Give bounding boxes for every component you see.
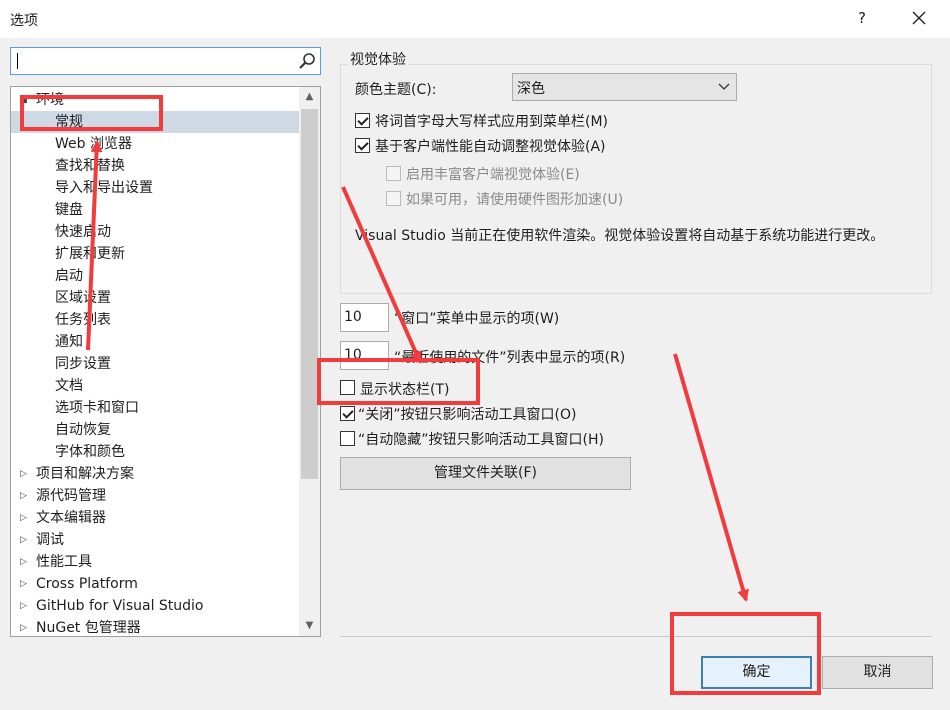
- expand-arrow-icon[interactable]: ▷: [20, 573, 30, 595]
- tree-item-label: 导入和导出设置: [55, 180, 153, 196]
- title-case-label[interactable]: 将词首字母大写样式应用到菜单栏(M): [375, 111, 608, 131]
- cancel-button[interactable]: 取消: [822, 656, 933, 689]
- tree-item-label: 调试: [36, 532, 64, 548]
- annotation-box-general: [20, 95, 163, 131]
- expand-arrow-icon[interactable]: ▷: [20, 595, 30, 617]
- text-caret: [17, 53, 18, 69]
- tree-item-label: 快速启动: [55, 224, 111, 240]
- tree-item[interactable]: ▷ 文本编辑器: [11, 507, 299, 529]
- tree-item[interactable]: ▷ 性能工具: [11, 551, 299, 573]
- tree-item-label: Web 浏览器: [55, 136, 132, 152]
- tree-item[interactable]: ▷ 调试: [11, 529, 299, 551]
- chevron-down-icon: [718, 83, 730, 90]
- tree-item-label: Cross Platform: [36, 576, 138, 592]
- tree-item[interactable]: 自动恢复: [11, 419, 299, 441]
- auto-adjust-label[interactable]: 基于客户端性能自动调整视觉体验(A): [375, 136, 606, 156]
- close-button[interactable]: [904, 4, 934, 32]
- title-bar: 选项 ?: [0, 0, 950, 38]
- close-button-active-checkbox[interactable]: [340, 406, 355, 421]
- tree-item[interactable]: Web 浏览器: [11, 133, 299, 155]
- group-title: 视觉体验: [348, 49, 408, 69]
- tree-item[interactable]: 文档: [11, 375, 299, 397]
- theme-value: 深色: [517, 81, 545, 97]
- tree-item[interactable]: 字体和颜色: [11, 441, 299, 463]
- search-icon[interactable]: [298, 52, 316, 70]
- autohide-active-label[interactable]: “自动隐藏”按钮只影响活动工具窗口(H): [358, 429, 604, 449]
- tree-item[interactable]: 通知: [11, 331, 299, 353]
- scroll-thumb[interactable]: [301, 109, 318, 479]
- tree-item-label: 自动恢复: [55, 422, 111, 438]
- tree-item-label: 同步设置: [55, 356, 111, 372]
- tree-item[interactable]: 键盘: [11, 199, 299, 221]
- tree-item-label: 字体和颜色: [55, 444, 125, 460]
- window-menu-count-input[interactable]: 10: [340, 303, 389, 332]
- help-button[interactable]: ?: [848, 4, 876, 32]
- expand-arrow-icon[interactable]: ▷: [20, 617, 30, 636]
- options-search-box[interactable]: [10, 47, 321, 75]
- tree-item[interactable]: 快速启动: [11, 221, 299, 243]
- tree-item-label: 文本编辑器: [36, 510, 106, 526]
- tree-item[interactable]: 任务列表: [11, 309, 299, 331]
- tree-item-label: 键盘: [55, 202, 83, 218]
- tree-item[interactable]: ▷ 源代码管理: [11, 485, 299, 507]
- tree-item-label: 项目和解决方案: [36, 466, 134, 482]
- expand-arrow-icon[interactable]: ▷: [20, 507, 30, 529]
- annotation-box-status-bar: [317, 358, 480, 405]
- expand-arrow-icon[interactable]: ▷: [20, 485, 30, 507]
- tree-item[interactable]: 选项卡和窗口: [11, 397, 299, 419]
- tree-item-label: 区域设置: [55, 290, 111, 306]
- annotation-arrow-ok: [673, 353, 749, 602]
- expand-arrow-icon[interactable]: ▷: [20, 529, 30, 551]
- tree-item[interactable]: 扩展和更新: [11, 243, 299, 265]
- options-tree[interactable]: ◢ 环境 常规 Web 浏览器 查找和替换 导入和导出设置 键盘 快速启动 扩展和更新 启动 区域设…: [10, 86, 321, 637]
- tree-item[interactable]: 同步设置: [11, 353, 299, 375]
- window-title: 选项: [10, 13, 38, 29]
- expand-arrow-icon[interactable]: ▷: [20, 463, 30, 485]
- theme-label: 颜色主题(C):: [355, 82, 437, 98]
- tree-item-label: 性能工具: [36, 554, 92, 570]
- close-button-active-label[interactable]: “关闭”按钮只影响活动工具窗口(O): [358, 404, 576, 424]
- tree-item-label: 扩展和更新: [55, 246, 125, 262]
- tree-item[interactable]: 区域设置: [11, 287, 299, 309]
- tree-item-label: 任务列表: [55, 312, 111, 328]
- tree-item[interactable]: ▷ NuGet 包管理器: [11, 617, 299, 636]
- title-case-checkbox[interactable]: [355, 113, 370, 128]
- hw-accel-checkbox[interactable]: [386, 191, 401, 206]
- scroll-down-icon[interactable]: ▼: [299, 616, 320, 636]
- window-menu-count-label: “窗口”菜单中显示的项(W): [394, 311, 560, 327]
- tree-item[interactable]: ▷ GitHub for Visual Studio: [11, 595, 299, 617]
- rich-visual-label[interactable]: 启用丰富客户端视觉体验(E): [406, 164, 580, 184]
- tree-item-label: GitHub for Visual Studio: [36, 598, 204, 614]
- tree-item-label: 通知: [55, 334, 83, 350]
- tree-item[interactable]: ▷ Cross Platform: [11, 573, 299, 595]
- tree-item[interactable]: 导入和导出设置: [11, 177, 299, 199]
- manage-file-assoc-button[interactable]: 管理文件关联(F): [340, 457, 631, 490]
- annotation-box-ok: [670, 612, 821, 695]
- tree-item-label: 选项卡和窗口: [55, 400, 139, 416]
- theme-dropdown[interactable]: 深色: [512, 73, 737, 101]
- auto-adjust-checkbox[interactable]: [355, 138, 370, 153]
- hw-accel-label[interactable]: 如果可用，请使用硬件图形加速(U): [406, 189, 623, 209]
- scroll-up-icon[interactable]: ▲: [299, 87, 320, 107]
- tree-item[interactable]: 查找和替换: [11, 155, 299, 177]
- rich-visual-checkbox[interactable]: [386, 166, 401, 181]
- tree-item-label: 启动: [55, 268, 83, 284]
- expand-arrow-icon[interactable]: ▷: [20, 551, 30, 573]
- tree-item-label: 查找和替换: [55, 158, 125, 174]
- tree-item[interactable]: ▷ 项目和解决方案: [11, 463, 299, 485]
- tree-item[interactable]: 启动: [11, 265, 299, 287]
- footer-separator: [340, 636, 932, 637]
- render-info-text: Visual Studio 当前正在使用软件渲染。视觉体验设置将自动基于系统功能…: [355, 228, 885, 244]
- close-icon: [912, 11, 926, 25]
- autohide-active-checkbox[interactable]: [340, 431, 355, 446]
- tree-item-label: 源代码管理: [36, 488, 106, 504]
- tree-item-label: 文档: [55, 378, 83, 394]
- tree-item-label: NuGet 包管理器: [36, 620, 141, 636]
